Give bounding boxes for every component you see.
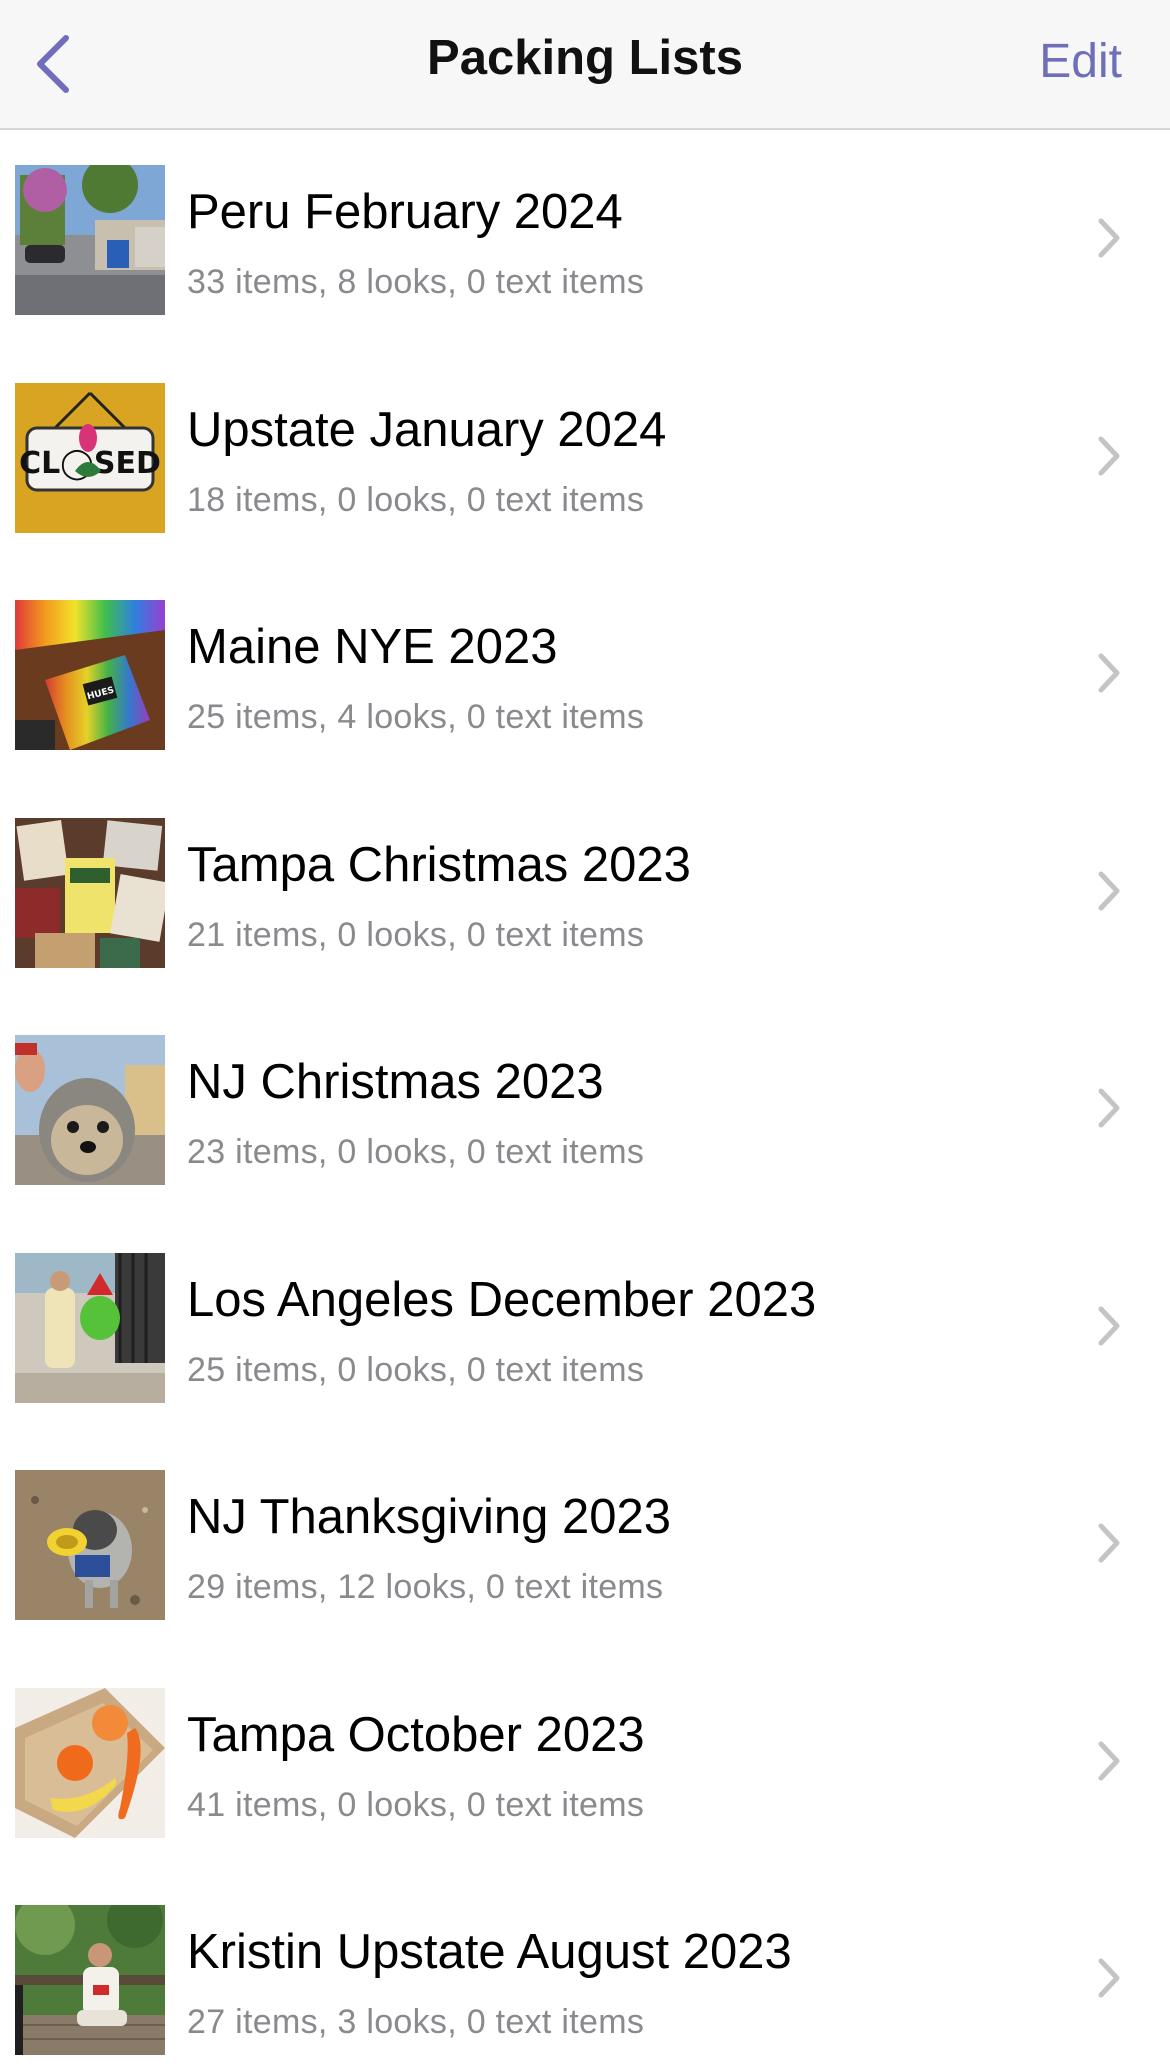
closed-sign-thumbnail: CL◯SED (15, 382, 165, 533)
navigation-bar: Packing Lists Edit (0, 0, 1170, 130)
edit-button[interactable]: Edit (1039, 34, 1122, 89)
color-puzzle-thumbnail: HUES (15, 600, 165, 750)
chevron-right-icon (1098, 1523, 1120, 1563)
list-title: Peru February 2024 (187, 185, 623, 239)
chevron-right-icon (1098, 218, 1120, 258)
list-item[interactable]: HUES Maine NYE 2023 25 items, 4 looks, 0… (0, 565, 1170, 783)
chevron-right-icon (1098, 653, 1120, 693)
list-item[interactable]: Tampa October 2023 41 items, 0 looks, 0 … (0, 1653, 1170, 1871)
chevron-right-icon (1098, 1306, 1120, 1345)
list-title: NJ Christmas 2023 (187, 1055, 604, 1109)
list-title: Maine NYE 2023 (187, 620, 558, 674)
fruit-box-thumbnail (15, 1687, 165, 1838)
dog-with-toy-thumbnail (15, 1470, 165, 1620)
sidewalk-person-thumbnail (15, 1252, 165, 1403)
list-summary: 25 items, 0 looks, 0 text items (187, 1350, 645, 1389)
list-summary: 29 items, 12 looks, 0 text items (187, 1568, 664, 1606)
list-item[interactable]: CL◯SED Upstate January 2024 18 items, 0 … (0, 348, 1170, 566)
page-title: Packing Lists (427, 31, 743, 85)
list-summary: 25 items, 4 looks, 0 text items (187, 698, 645, 736)
person-on-deck-thumbnail (15, 1905, 165, 2055)
list-title: Tampa October 2023 (187, 1707, 645, 1762)
packing-list: Peru February 2024 33 items, 8 looks, 0 … (0, 130, 1170, 2068)
dog-selfie-thumbnail (15, 1035, 165, 1185)
list-summary: 23 items, 0 looks, 0 text items (187, 1133, 645, 1171)
list-summary: 41 items, 0 looks, 0 text items (187, 1785, 645, 1824)
chevron-right-icon (1098, 436, 1120, 475)
list-item[interactable]: NJ Christmas 2023 23 items, 0 looks, 0 t… (0, 1000, 1170, 1218)
list-title: Los Angeles December 2023 (187, 1272, 817, 1327)
list-item[interactable]: Peru February 2024 33 items, 8 looks, 0 … (0, 130, 1170, 348)
list-title: Kristin Upstate August 2023 (187, 1925, 792, 1979)
list-summary: 18 items, 0 looks, 0 text items (187, 480, 645, 519)
chevron-right-icon (1098, 871, 1120, 910)
list-summary: 33 items, 8 looks, 0 text items (187, 263, 645, 301)
list-title: NJ Thanksgiving 2023 (187, 1490, 671, 1544)
chevron-right-icon (1098, 1958, 1120, 1998)
chevron-right-icon (1098, 1741, 1120, 1780)
list-title: Tampa Christmas 2023 (187, 837, 691, 892)
list-summary: 21 items, 0 looks, 0 text items (187, 915, 645, 954)
chevron-right-icon (1098, 1088, 1120, 1128)
list-item[interactable]: NJ Thanksgiving 2023 29 items, 12 looks,… (0, 1435, 1170, 1653)
list-title: Upstate January 2024 (187, 402, 667, 457)
list-summary: 27 items, 3 looks, 0 text items (187, 2003, 645, 2041)
list-item[interactable]: Tampa Christmas 2023 21 items, 0 looks, … (0, 783, 1170, 1001)
list-item[interactable]: Los Angeles December 2023 25 items, 0 lo… (0, 1218, 1170, 1436)
matchbooks-thumbnail (15, 817, 165, 968)
list-item[interactable]: Kristin Upstate August 2023 27 items, 3 … (0, 1870, 1170, 2068)
street-scene-thumbnail (15, 165, 165, 315)
